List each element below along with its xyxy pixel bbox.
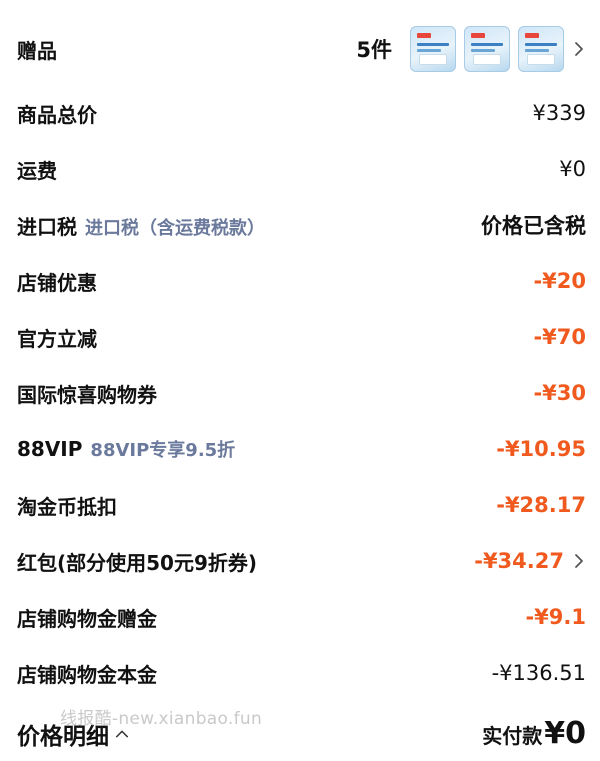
price-detail-toggle[interactable]: 价格明细: [17, 717, 129, 751]
row-label: 淘金币抵扣: [17, 494, 117, 519]
coin-deduction-value: -¥28.17: [496, 493, 586, 517]
official-reduction-value: -¥70: [533, 325, 586, 349]
intl-coupon-value: -¥30: [533, 381, 586, 405]
goods-total-value: ¥339: [532, 101, 586, 125]
gift-label: 赠品: [17, 38, 57, 63]
goods-total-row: 商品总价 ¥339: [0, 85, 600, 141]
coin-deduction-row: 淘金币抵扣 -¥28.17: [0, 477, 600, 533]
import-tax-value: 价格已含税: [481, 214, 586, 238]
price-detail-footer: 价格明细 实付款 ¥0: [0, 706, 600, 761]
gift-count: 5件: [356, 38, 392, 62]
store-credit-principal-row: 店铺购物金本金 -¥136.51: [0, 645, 600, 701]
price-detail-screen: 赠品 5件 商品总价 ¥339 运费 ¥0 进口税 进口税（含运费税款） 价格已…: [0, 0, 600, 761]
store-credit-bonus-row: 店铺购物金赠金 -¥9.1: [0, 589, 600, 645]
gift-thumbnail[interactable]: [464, 26, 510, 72]
row-label: 店铺购物金本金: [17, 662, 157, 687]
gift-thumbnail[interactable]: [410, 26, 456, 72]
official-reduction-row: 官方立减 -¥70: [0, 309, 600, 365]
row-label: 红包(部分使用50元9折券): [17, 550, 258, 575]
shipping-row: 运费 ¥0: [0, 141, 600, 197]
row-label: 运费: [17, 158, 57, 183]
row-label: 88VIP: [17, 437, 83, 461]
actual-payment-value: ¥0: [544, 716, 586, 751]
chevron-up-icon[interactable]: [115, 723, 129, 745]
intl-coupon-row: 国际惊喜购物券 -¥30: [0, 365, 600, 421]
row-label: 官方立减: [17, 326, 97, 351]
row-label: 店铺优惠: [17, 270, 97, 295]
row-sublabel: 88VIP专享9.5折: [90, 440, 236, 461]
store-discount-row: 店铺优惠 -¥20: [0, 253, 600, 309]
price-detail-title: 价格明细: [17, 723, 109, 750]
actual-payment: 实付款 ¥0: [482, 716, 586, 751]
import-tax-row: 进口税 进口税（含运费税款） 价格已含税: [0, 197, 600, 253]
row-label: 商品总价: [17, 102, 97, 127]
red-packet-value: -¥34.27: [474, 549, 564, 573]
row-label: 店铺购物金赠金: [17, 606, 157, 631]
chevron-right-icon[interactable]: [572, 550, 586, 572]
row-label: 国际惊喜购物券: [17, 382, 157, 407]
shipping-value: ¥0: [559, 157, 586, 181]
chevron-right-icon[interactable]: [572, 38, 586, 60]
store-discount-value: -¥20: [533, 269, 586, 293]
actual-payment-label: 实付款: [482, 724, 543, 748]
row-sublabel: 进口税（含运费税款）: [85, 217, 265, 239]
red-packet-row[interactable]: 红包(部分使用50元9折券) -¥34.27: [0, 533, 600, 589]
store-credit-principal-value: -¥136.51: [491, 661, 586, 685]
gift-row[interactable]: 赠品 5件: [0, 21, 600, 77]
vip-discount-row: 88VIP 88VIP专享9.5折 -¥10.95: [0, 421, 600, 477]
gift-thumbnail[interactable]: [518, 26, 564, 72]
row-label: 进口税: [17, 214, 77, 239]
vip-discount-value: -¥10.95: [496, 437, 586, 461]
store-credit-bonus-value: -¥9.1: [525, 605, 586, 629]
